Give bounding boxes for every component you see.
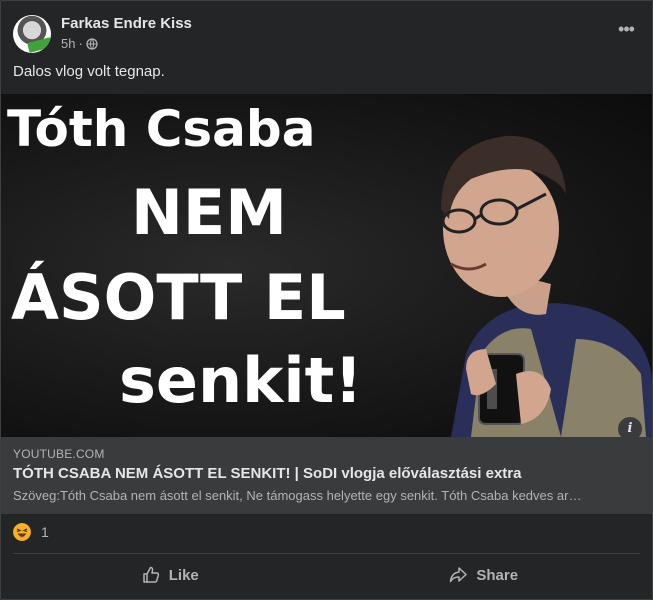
reactions-summary[interactable]: 1 [13, 523, 49, 541]
more-icon: ••• [618, 19, 635, 39]
post-time[interactable]: 5h [61, 36, 75, 51]
avatar-badge [27, 37, 51, 53]
post-header: Farkas Endre Kiss 5h · ••• [13, 13, 640, 53]
haha-icon [13, 523, 31, 541]
like-label: Like [168, 566, 199, 584]
thumbnail-line-1: Tóth Csaba [7, 100, 316, 158]
post-card: Farkas Endre Kiss 5h · ••• Dalos vlog vo… [0, 0, 653, 600]
share-button[interactable]: Share [327, 557, 641, 593]
like-icon [142, 566, 159, 583]
share-label: Share [476, 566, 519, 584]
person-image [441, 135, 652, 437]
post-meta: 5h · [61, 36, 98, 51]
link-title[interactable]: TÓTH CSABA NEM ÁSOTT EL SENKIT! | SoDI v… [13, 465, 521, 482]
actions-divider [13, 553, 640, 554]
info-icon[interactable]: i [618, 417, 642, 437]
thumbnail-line-3: ÁSOTT EL [11, 261, 346, 334]
meta-separator: · [78, 36, 83, 51]
author-name[interactable]: Farkas Endre Kiss [61, 15, 192, 32]
link-domain: YOUTUBE.COM [13, 447, 105, 461]
reaction-count: 1 [41, 524, 49, 540]
link-description: Szöveg:Tóth Csaba nem ásott el senkit, N… [13, 488, 582, 503]
like-button[interactable]: Like [13, 557, 327, 593]
video-thumbnail[interactable]: Tóth Csaba NEM ÁSOTT EL senkit! i [1, 94, 652, 437]
thumbnail-line-4: senkit! [119, 344, 363, 417]
post-actions: Like Share [13, 557, 640, 593]
post-text: Dalos vlog volt tegnap. [13, 63, 165, 80]
more-options-button[interactable]: ••• [614, 19, 638, 43]
share-icon [450, 567, 468, 583]
link-preview[interactable]: YOUTUBE.COM TÓTH CSABA NEM ÁSOTT EL SENK… [1, 437, 652, 514]
avatar[interactable] [13, 15, 51, 53]
globe-icon [86, 37, 98, 50]
thumbnail-line-2: NEM [131, 176, 287, 249]
